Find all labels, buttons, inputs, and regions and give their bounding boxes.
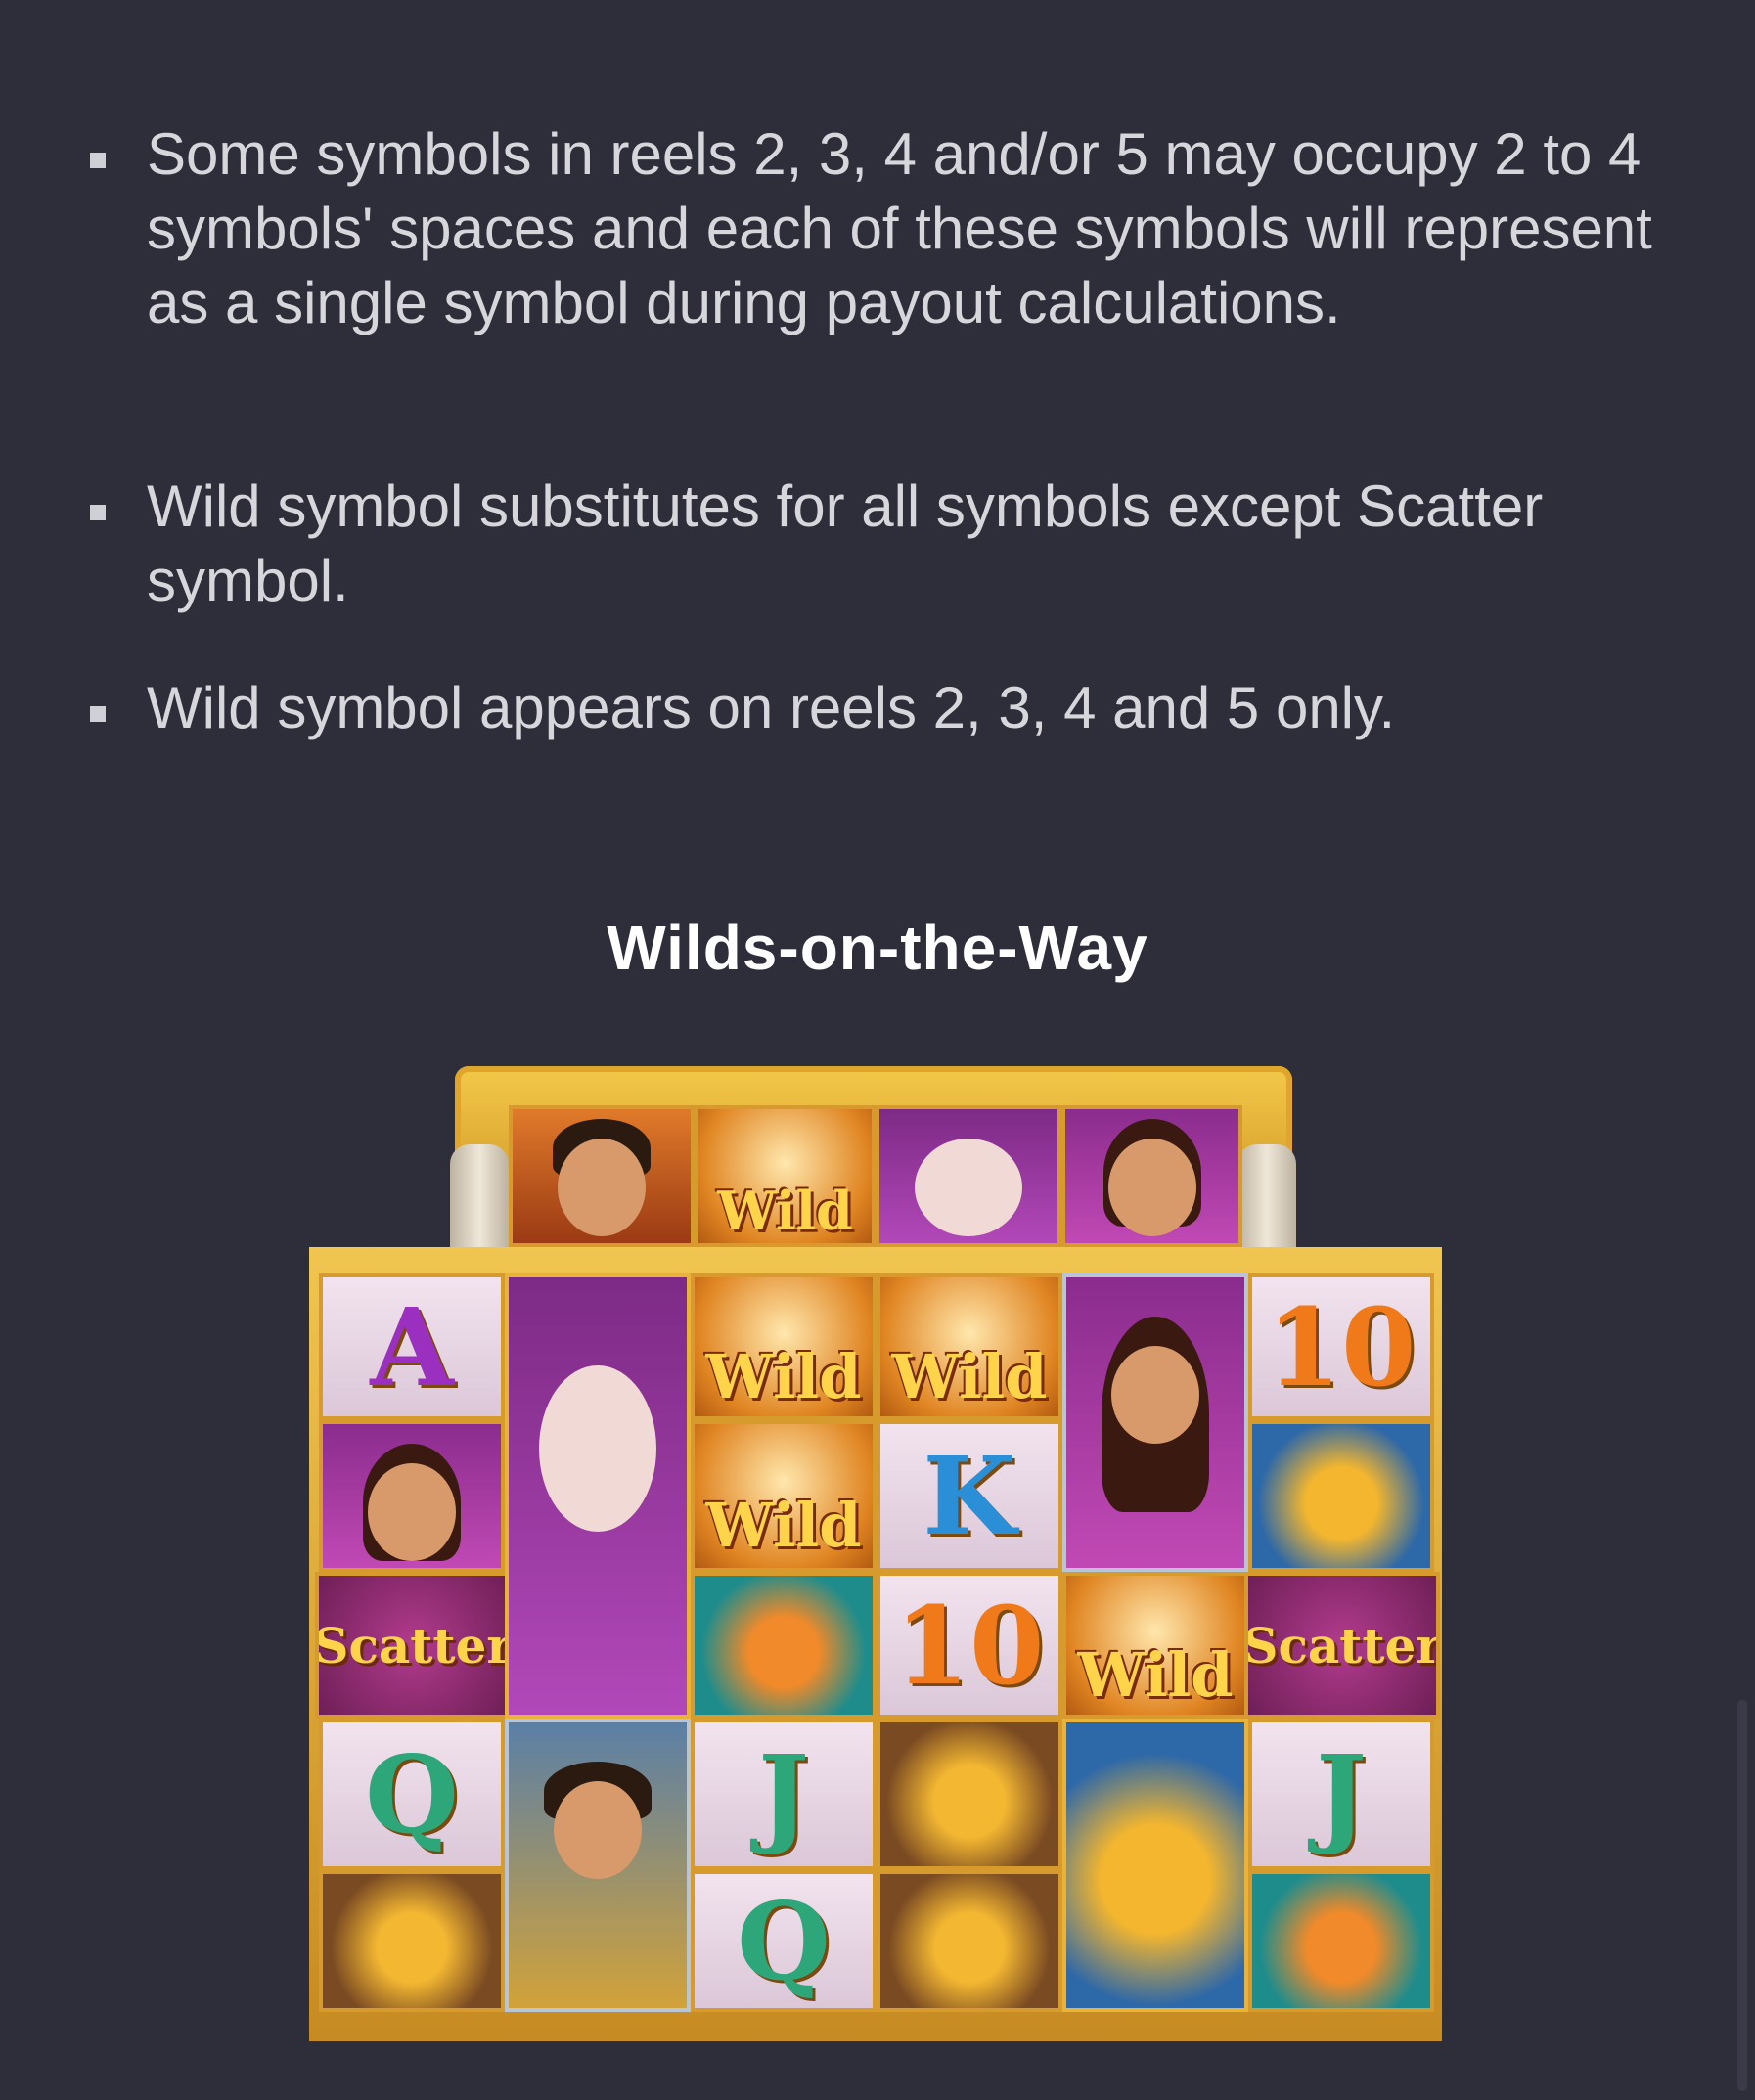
cow-symbol: [876, 1105, 1061, 1247]
oil-lamp-symbol: [1248, 1420, 1434, 1572]
wild-symbol: Wild: [1062, 1572, 1248, 1719]
wild-symbol: Wild: [691, 1420, 877, 1572]
cow-symbol: [505, 1273, 691, 1719]
rule-item: Wild symbol substitutes for all symbols …: [147, 473, 1544, 613]
turmeric-bowl-symbol: [877, 1870, 1062, 2012]
bullet-icon: [90, 153, 106, 168]
wild-symbol: Wild: [877, 1273, 1062, 1420]
woman-symbol: [1062, 1273, 1248, 1572]
man-symbol: [505, 1719, 691, 2012]
scrollbar[interactable]: [1737, 1700, 1747, 2091]
rule-item: Some symbols in reels 2, 3, 4 and/or 5 m…: [147, 121, 1652, 335]
bullet-icon: [90, 505, 106, 520]
flowers-symbol: [691, 1572, 877, 1719]
section-title: Wilds-on-the-Way: [607, 913, 1148, 983]
man-symbol: [509, 1105, 695, 1247]
symbol-q: Q: [319, 1719, 505, 1870]
right-pillar: [1238, 1144, 1296, 1247]
symbol-k: K: [877, 1420, 1062, 1572]
turmeric-bowl-symbol: [877, 1719, 1062, 1870]
symbol-q: Q: [691, 1870, 877, 2012]
symbol-j: J: [1248, 1719, 1434, 1870]
symbol-j: J: [691, 1719, 877, 1870]
scatter-symbol: Scatter: [315, 1572, 511, 1719]
symbol-10: 10: [877, 1572, 1062, 1719]
symbol-a: A: [319, 1273, 505, 1420]
oil-lamp-symbol: [1062, 1719, 1248, 2012]
woman-symbol: [319, 1420, 505, 1572]
woman-symbol: [1061, 1105, 1242, 1247]
flowers-symbol: [1248, 1870, 1434, 2012]
bullet-icon: [90, 706, 106, 722]
wild-symbol: Wild: [695, 1105, 876, 1247]
rule-item: Wild symbol appears on reels 2, 3, 4 and…: [147, 675, 1396, 740]
scatter-symbol: Scatter: [1244, 1572, 1440, 1719]
left-pillar: [450, 1144, 509, 1247]
turmeric-bowl-symbol: [319, 1870, 505, 2012]
wild-symbol: Wild: [691, 1273, 877, 1420]
symbol-10: 10: [1248, 1273, 1434, 1420]
